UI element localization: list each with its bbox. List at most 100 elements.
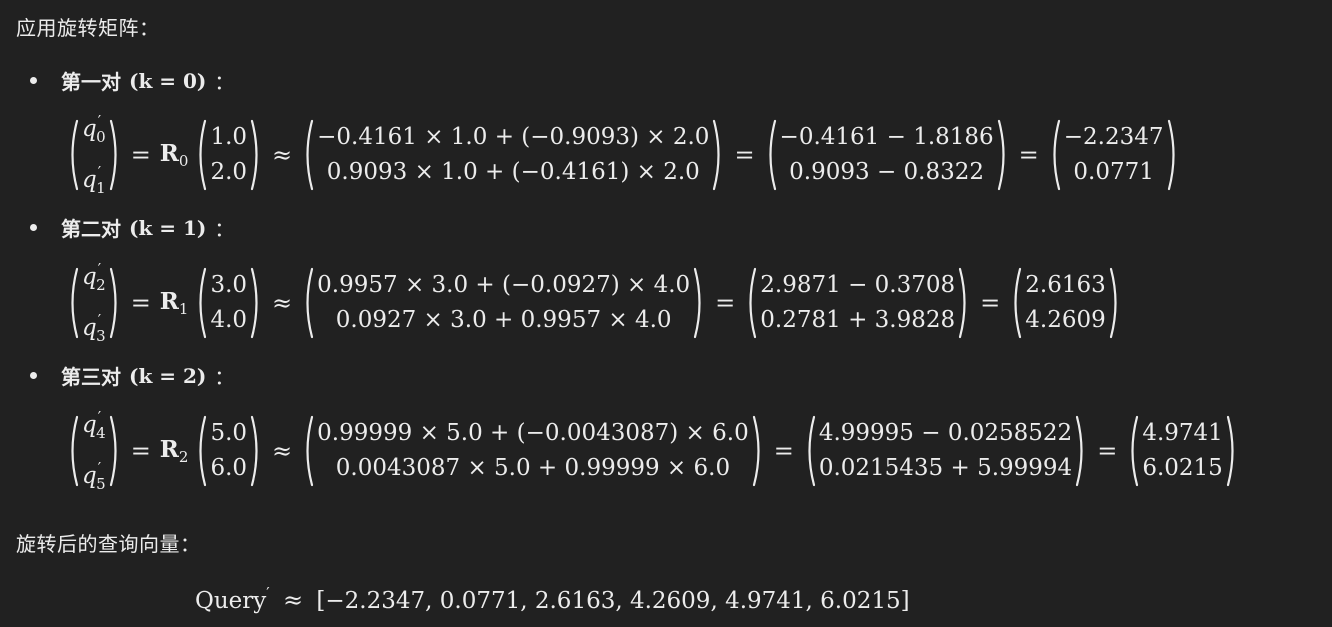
right-paren [109,119,117,191]
bullet-dot [30,372,37,379]
pair-3-lhs-bottom: q′5 [82,459,106,493]
pair-3-label: 第三对 [61,365,121,389]
pair-1-simplified-vector: −0.4161 − 1.8186 0.9093 − 0.8322 [764,118,1010,192]
result-heading: 旋转后的查询向量： [16,532,201,556]
left-paren [71,119,79,191]
pair-3-expanded-vector: 0.99999 × 5.0 + (−0.0043087) × 6.0 0.004… [301,414,765,488]
pair-1-colon: ： [214,70,235,94]
left-paren [199,119,207,191]
pair-2-result-top: 2.6163 [1025,272,1106,298]
pair-1-result-vector: −2.2347 0.0771 [1048,118,1180,192]
pair-2-bullet: 第二对 (k = 1) ： [30,213,234,242]
left-paren [808,415,815,487]
pair-2-expanded-top: 0.9957 × 3.0 + (−0.0927) × 4.0 [317,272,691,298]
right-paren [250,415,258,487]
pair-3-input-bottom: 6.0 [210,455,248,481]
left-paren [306,119,314,191]
pair-3-simplified-bottom: 0.0215435 + 5.99994 [818,455,1073,481]
final-lhs: Query [195,588,267,614]
pair-1-k-expr: (k = 0) [129,68,207,93]
left-paren [1053,119,1060,191]
pair-1-simplified-bottom: 0.9093 − 0.8322 [789,159,985,185]
approx-sign: ≈ [272,289,293,317]
left-paren [1014,267,1022,339]
equals-sign: = [734,141,755,169]
approx-sign: ≈ [272,437,293,465]
pair-1-expanded-bottom: 0.9093 × 1.0 + (−0.4161) × 2.0 [326,159,700,185]
pair-1-input-vector: 1.0 2.0 [194,118,263,192]
right-paren [752,415,760,487]
pair-2-k-expr: (k = 1) [129,215,207,240]
pair-1-equation: q′0 q′1 = R0 1.0 2.0 ≈ −0.4161 × 1.0 + (… [66,112,1180,197]
pair-2-lhs-bottom: q′3 [82,311,106,345]
equals-sign: = [130,289,151,317]
left-paren [306,415,314,487]
pair-2-colon: ： [214,217,235,241]
bullet-dot [30,224,37,231]
pair-1-input-bottom: 2.0 [210,159,248,185]
pair-2-expanded-bottom: 0.0927 × 3.0 + 0.9957 × 4.0 [335,307,672,333]
pair-2-label: 第二对 [61,217,121,241]
equals-sign: = [130,141,151,169]
left-paren [769,119,776,191]
right-paren [997,119,1005,191]
left-paren [306,267,314,339]
pair-1-result-bottom: 0.0771 [1073,159,1154,185]
pair-3-simplified-top: 4.99995 − 0.0258522 [818,420,1073,446]
left-paren [1131,415,1139,487]
right-paren [959,267,966,339]
right-paren [1167,119,1175,191]
pair-1-input-top: 1.0 [210,124,248,150]
pair-1-lhs-top: q′0 [82,112,106,146]
pair-3-result-bottom: 6.0215 [1142,455,1223,481]
pair-2-simplified-vector: 2.9871 − 0.3708 0.2781 + 3.9828 [744,266,971,340]
pair-3-input-vector: 5.0 6.0 [194,414,263,488]
right-paren [713,119,720,191]
equals-sign: = [1018,141,1039,169]
pair-3-lhs-top: q′4 [82,408,106,442]
final-query-vector: Query′ ≈ [−2.2347, 0.0771, 2.6163, 4.260… [195,584,910,614]
pair-2-input-bottom: 4.0 [210,307,248,333]
pair-2-rotation-matrix: R1 [159,288,189,318]
approx-sign: ≈ [283,586,304,614]
pair-1-expanded-vector: −0.4161 × 1.0 + (−0.9093) × 2.0 0.9093 ×… [301,118,725,192]
pair-2-result-bottom: 4.2609 [1025,307,1106,333]
pair-3-rotation-matrix: R2 [159,436,189,466]
equals-sign: = [130,437,151,465]
pair-1-rotation-matrix: R0 [159,140,189,170]
pair-2-equation: q′2 q′3 = R1 3.0 4.0 ≈ 0.9957 × 3.0 + (−… [66,260,1122,345]
pair-3-result-vector: 4.9741 6.0215 [1126,414,1238,488]
right-paren [250,119,258,191]
bullet-dot [30,77,37,84]
pair-3-expanded-bottom: 0.0043087 × 5.0 + 0.99999 × 6.0 [335,455,731,481]
left-paren [749,267,757,339]
pair-1-label: 第一对 [61,70,121,94]
pair-1-result-top: −2.2347 [1063,124,1164,150]
pair-2-simplified-top: 2.9871 − 0.3708 [760,272,956,298]
equals-sign: = [773,437,794,465]
right-paren [1076,415,1083,487]
pair-3-equation: q′4 q′5 = R2 5.0 6.0 ≈ 0.99999 × 5.0 + (… [66,408,1239,493]
intro-heading: 应用旋转矩阵： [16,16,160,40]
left-paren [71,267,79,339]
equals-sign: = [1097,437,1118,465]
pair-2-input-vector: 3.0 4.0 [194,266,263,340]
pair-3-simplified-vector: 4.99995 − 0.0258522 0.0215435 + 5.99994 [803,414,1088,488]
pair-3-expanded-top: 0.99999 × 5.0 + (−0.0043087) × 6.0 [317,420,749,446]
equals-sign: = [715,289,736,317]
left-paren [71,415,79,487]
pair-2-lhs-vector: q′2 q′3 [66,260,122,345]
equals-sign: = [980,289,1001,317]
right-paren [109,267,117,339]
pair-2-lhs-top: q′2 [82,260,106,294]
pair-1-lhs-vector: q′0 q′1 [66,112,122,197]
pair-1-lhs-bottom: q′1 [82,163,106,197]
final-vector-values: [−2.2347, 0.0771, 2.6163, 4.2609, 4.9741… [316,588,910,614]
pair-2-input-top: 3.0 [210,272,248,298]
pair-1-bullet: 第一对 (k = 0) ： [30,66,234,95]
final-prime: ′ [266,584,270,602]
right-paren [694,267,701,339]
pair-3-k-expr: (k = 2) [129,363,207,388]
pair-2-expanded-vector: 0.9957 × 3.0 + (−0.0927) × 4.0 0.0927 × … [301,266,706,340]
right-paren [1226,415,1234,487]
